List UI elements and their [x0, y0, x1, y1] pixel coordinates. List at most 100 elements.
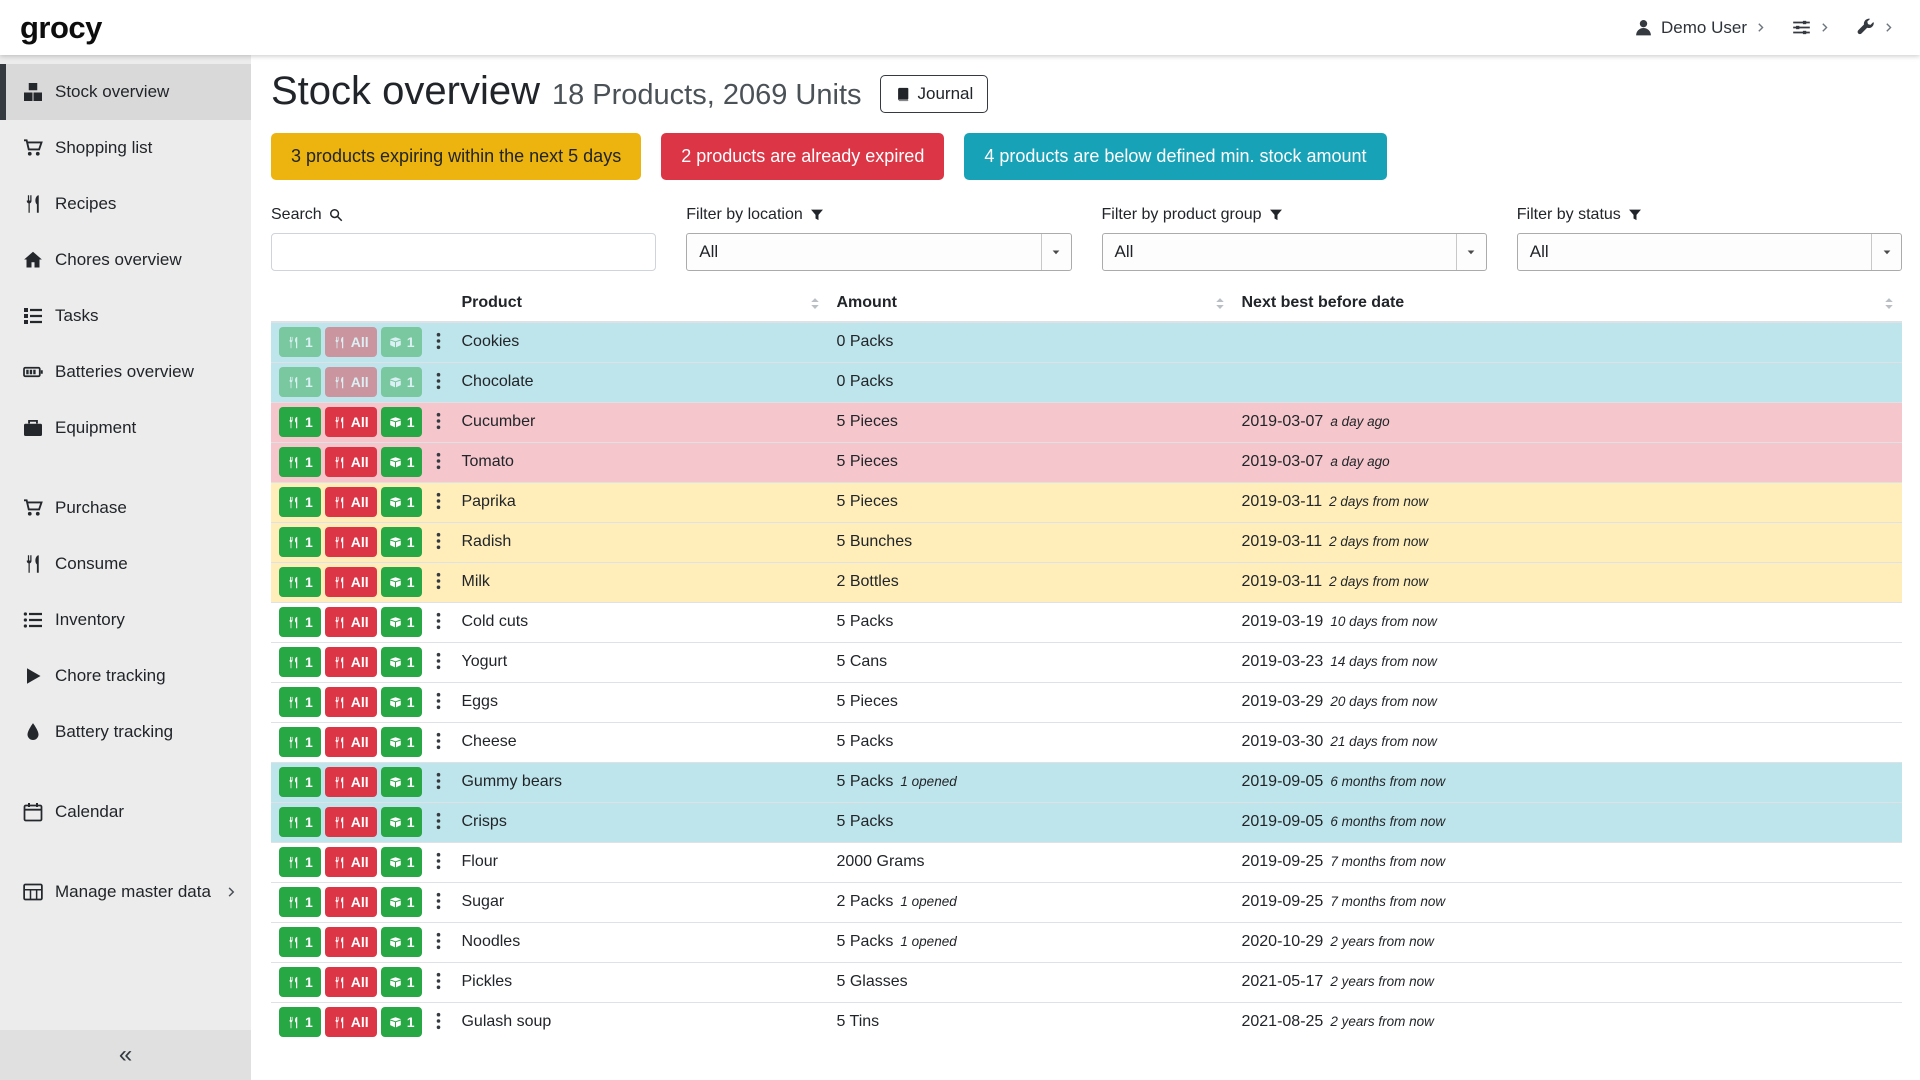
- row-menu-button[interactable]: [432, 690, 445, 715]
- column-header-amount[interactable]: Amount: [828, 285, 1233, 322]
- consume-all-button[interactable]: All: [325, 807, 377, 837]
- consume-one-button[interactable]: 1: [279, 407, 321, 437]
- row-menu-button[interactable]: [432, 410, 445, 435]
- consume-one-button[interactable]: 1: [279, 687, 321, 717]
- consume-all-button[interactable]: All: [325, 567, 377, 597]
- consume-all-button[interactable]: All: [325, 647, 377, 677]
- consume-one-button[interactable]: 1: [279, 487, 321, 517]
- settings-menu[interactable]: [1792, 18, 1830, 37]
- sidebar-item-equipment[interactable]: Equipment: [0, 400, 251, 456]
- consume-one-button[interactable]: 1: [279, 567, 321, 597]
- open-one-button[interactable]: 1: [381, 367, 423, 397]
- sidebar-item-inventory[interactable]: Inventory: [0, 592, 251, 648]
- row-menu-button[interactable]: [432, 530, 445, 555]
- consume-all-button[interactable]: All: [325, 967, 377, 997]
- consume-one-button[interactable]: 1: [279, 527, 321, 557]
- app-logo[interactable]: grocy: [20, 10, 102, 46]
- sidebar-item-chore-tracking[interactable]: Chore tracking: [0, 648, 251, 704]
- column-header-next-best-before-date[interactable]: Next best before date: [1233, 285, 1902, 322]
- consume-one-button[interactable]: 1: [279, 967, 321, 997]
- sidebar-item-batteries-overview[interactable]: Batteries overview: [0, 344, 251, 400]
- location-filter-select[interactable]: All: [686, 233, 1071, 271]
- consume-one-button[interactable]: 1: [279, 1007, 321, 1037]
- row-menu-button[interactable]: [432, 810, 445, 835]
- sidebar-item-purchase[interactable]: Purchase: [0, 480, 251, 536]
- row-menu-button[interactable]: [432, 1010, 445, 1035]
- consume-all-button[interactable]: All: [325, 687, 377, 717]
- sidebar-item-recipes[interactable]: Recipes: [0, 176, 251, 232]
- consume-one-button[interactable]: 1: [279, 367, 321, 397]
- journal-button[interactable]: Journal: [880, 75, 989, 113]
- row-menu-button[interactable]: [432, 850, 445, 875]
- open-one-button[interactable]: 1: [381, 447, 423, 477]
- open-one-button[interactable]: 1: [381, 847, 423, 877]
- row-menu-button[interactable]: [432, 650, 445, 675]
- sidebar-item-manage-master-data[interactable]: Manage master data: [0, 864, 251, 920]
- row-menu-button[interactable]: [432, 610, 445, 635]
- alert-expired-button[interactable]: 2 products are already expired: [661, 133, 944, 180]
- sidebar-item-calendar[interactable]: Calendar: [0, 784, 251, 840]
- admin-menu[interactable]: [1856, 18, 1894, 37]
- alert-below-min-button[interactable]: 4 products are below defined min. stock …: [964, 133, 1386, 180]
- consume-all-button[interactable]: All: [325, 927, 377, 957]
- row-menu-button[interactable]: [432, 730, 445, 755]
- row-menu-button[interactable]: [432, 450, 445, 475]
- open-one-button[interactable]: 1: [381, 1007, 423, 1037]
- consume-one-button[interactable]: 1: [279, 767, 321, 797]
- status-filter-select[interactable]: All: [1517, 233, 1902, 271]
- consume-all-button[interactable]: All: [325, 487, 377, 517]
- row-menu-button[interactable]: [432, 330, 445, 355]
- consume-one-button[interactable]: 1: [279, 847, 321, 877]
- open-one-button[interactable]: 1: [381, 567, 423, 597]
- consume-one-button[interactable]: 1: [279, 447, 321, 477]
- consume-all-button[interactable]: All: [325, 1007, 377, 1037]
- sidebar-collapse-button[interactable]: «: [0, 1030, 251, 1080]
- open-one-button[interactable]: 1: [381, 807, 423, 837]
- open-one-button[interactable]: 1: [381, 927, 423, 957]
- consume-one-button[interactable]: 1: [279, 807, 321, 837]
- row-menu-button[interactable]: [432, 770, 445, 795]
- product-group-filter-select[interactable]: All: [1102, 233, 1487, 271]
- consume-one-button[interactable]: 1: [279, 327, 321, 357]
- open-one-button[interactable]: 1: [381, 967, 423, 997]
- consume-all-button[interactable]: All: [325, 847, 377, 877]
- row-menu-button[interactable]: [432, 490, 445, 515]
- row-menu-button[interactable]: [432, 370, 445, 395]
- row-menu-button[interactable]: [432, 970, 445, 995]
- user-menu[interactable]: Demo User: [1634, 18, 1766, 38]
- sidebar-item-tasks[interactable]: Tasks: [0, 288, 251, 344]
- alert-expiring-button[interactable]: 3 products expiring within the next 5 da…: [271, 133, 641, 180]
- row-menu-button[interactable]: [432, 930, 445, 955]
- consume-all-button[interactable]: All: [325, 407, 377, 437]
- consume-one-button[interactable]: 1: [279, 647, 321, 677]
- consume-all-button[interactable]: All: [325, 327, 377, 357]
- consume-all-button[interactable]: All: [325, 607, 377, 637]
- column-header-product[interactable]: Product: [453, 285, 828, 322]
- consume-all-button[interactable]: All: [325, 367, 377, 397]
- open-one-button[interactable]: 1: [381, 407, 423, 437]
- sidebar-item-chores-overview[interactable]: Chores overview: [0, 232, 251, 288]
- open-one-button[interactable]: 1: [381, 767, 423, 797]
- consume-one-button[interactable]: 1: [279, 727, 321, 757]
- consume-all-button[interactable]: All: [325, 767, 377, 797]
- consume-one-button[interactable]: 1: [279, 887, 321, 917]
- consume-one-button[interactable]: 1: [279, 607, 321, 637]
- consume-one-button[interactable]: 1: [279, 927, 321, 957]
- sidebar-item-stock-overview[interactable]: Stock overview: [0, 64, 251, 120]
- open-one-button[interactable]: 1: [381, 727, 423, 757]
- consume-all-button[interactable]: All: [325, 887, 377, 917]
- open-one-button[interactable]: 1: [381, 487, 423, 517]
- consume-all-button[interactable]: All: [325, 527, 377, 557]
- consume-all-button[interactable]: All: [325, 727, 377, 757]
- open-one-button[interactable]: 1: [381, 607, 423, 637]
- sidebar-item-consume[interactable]: Consume: [0, 536, 251, 592]
- open-one-button[interactable]: 1: [381, 647, 423, 677]
- sidebar-item-shopping-list[interactable]: Shopping list: [0, 120, 251, 176]
- open-one-button[interactable]: 1: [381, 327, 423, 357]
- row-menu-button[interactable]: [432, 890, 445, 915]
- open-one-button[interactable]: 1: [381, 687, 423, 717]
- consume-all-button[interactable]: All: [325, 447, 377, 477]
- search-input[interactable]: [271, 233, 656, 271]
- row-menu-button[interactable]: [432, 570, 445, 595]
- open-one-button[interactable]: 1: [381, 527, 423, 557]
